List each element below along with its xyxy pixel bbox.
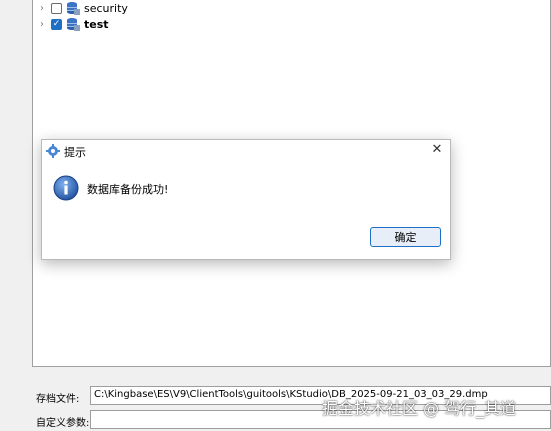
dialog-message: 数据库备份成功! bbox=[87, 183, 169, 196]
custom-params-label: 自定义参数: bbox=[36, 418, 90, 429]
chevron-right-icon[interactable]: › bbox=[37, 19, 47, 30]
tree-item-security[interactable]: › security bbox=[37, 0, 128, 16]
dialog-titlebar[interactable]: 提示 ✕ bbox=[42, 140, 450, 162]
archive-file-label: 存档文件: bbox=[36, 394, 80, 405]
gear-icon bbox=[46, 144, 60, 158]
tree-item-label: security bbox=[84, 1, 128, 15]
tree-item-test[interactable]: › test bbox=[37, 16, 109, 32]
database-icon bbox=[67, 18, 80, 31]
message-dialog: 提示 ✕ 数据库备份成功! 确定 bbox=[41, 139, 451, 260]
chevron-right-icon[interactable]: › bbox=[37, 3, 47, 14]
ok-button[interactable]: 确定 bbox=[370, 227, 441, 247]
dialog-title: 提示 bbox=[64, 146, 86, 159]
tree-item-checkbox[interactable] bbox=[51, 18, 62, 30]
watermark: 掘金技术社区 @ 驾行_其道 bbox=[322, 399, 517, 418]
tree-item-checkbox[interactable] bbox=[51, 2, 62, 14]
dialog-body: 数据库备份成功! 确定 bbox=[42, 162, 450, 259]
tree-item-label: test bbox=[84, 17, 109, 31]
database-icon bbox=[67, 2, 80, 15]
close-icon[interactable]: ✕ bbox=[430, 142, 444, 158]
info-icon bbox=[53, 175, 79, 201]
